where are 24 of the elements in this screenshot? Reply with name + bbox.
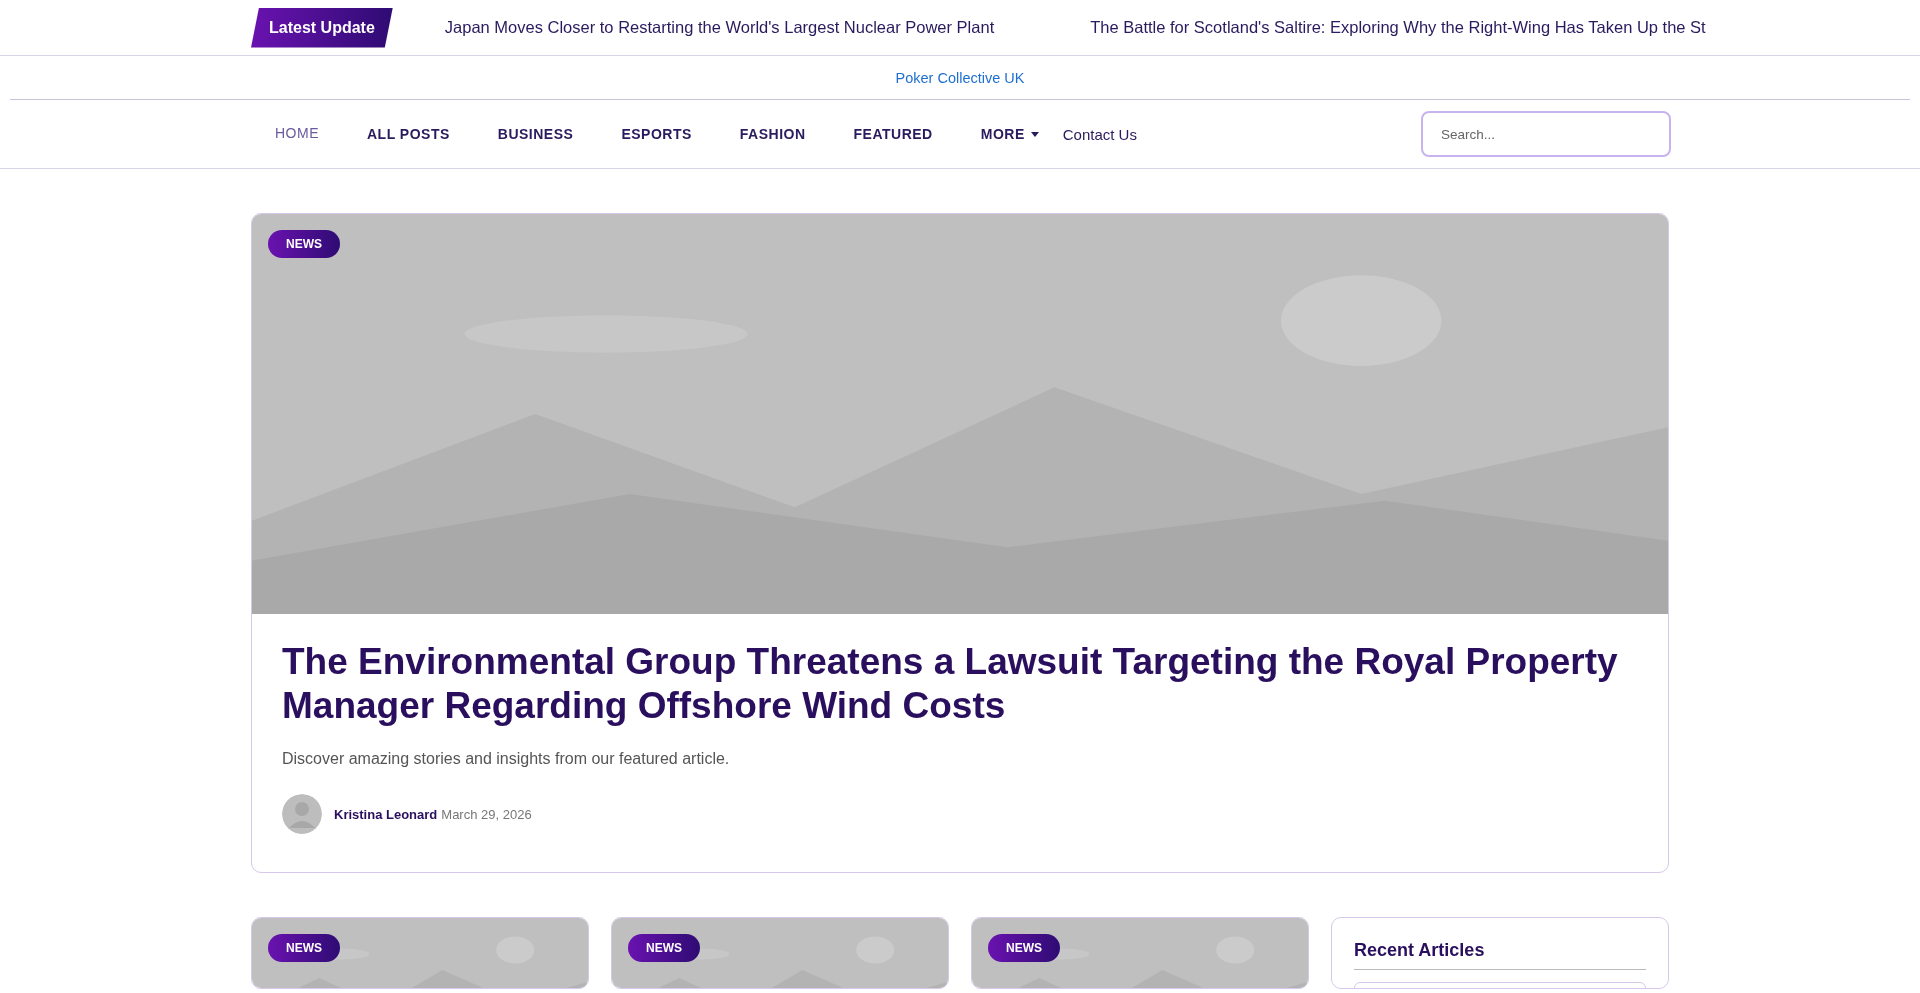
post-date: March 29, 2026	[441, 806, 532, 822]
category-tag: NEWS	[268, 934, 340, 962]
nav-link[interactable]: BUSINESS	[473, 126, 598, 142]
nav-link[interactable]: MORE	[956, 126, 1063, 142]
avatar-icon	[282, 794, 322, 834]
nav-link[interactable]: HOME	[251, 125, 343, 141]
category-tag: NEWS	[628, 934, 700, 962]
caret-icon	[1030, 131, 1039, 137]
site-link[interactable]: Poker Collective UK	[895, 69, 1025, 86]
headline-link[interactable]: The Battle for Scotland's Saltire: Exploring Why the Right-Wing Has Taken Up the St	[1090, 18, 1706, 37]
category-tag: NEWS	[268, 230, 340, 258]
article-excerpt: Discover amazing stories and insights from our featured article.	[282, 750, 731, 768]
nav-link[interactable]: ALL POSTS	[343, 126, 474, 142]
latest-update-badge: Latest Update	[251, 7, 393, 48]
headline-link[interactable]: Japan Moves Closer to Restarting the World's Largest Nuclear Power Plant	[444, 18, 995, 37]
article-title[interactable]: The Environmental Group Threatens a Lawsuit Targeting the Royal Property Manager Regarding Offshore Wind Costs	[282, 640, 1638, 728]
sidebar-title: Recent Articles	[1354, 940, 1646, 970]
nav-link[interactable]: FEATURED	[829, 126, 957, 142]
nav-link[interactable]: FASHION	[715, 126, 830, 142]
nav-link[interactable]: ESPORTS	[597, 126, 716, 142]
author-name[interactable]: Kristina Leonard	[334, 806, 438, 822]
nav-link[interactable]: Contact Us	[1062, 125, 1161, 143]
search-field[interactable]: Search...	[1421, 111, 1671, 157]
category-tag: NEWS	[988, 934, 1060, 962]
